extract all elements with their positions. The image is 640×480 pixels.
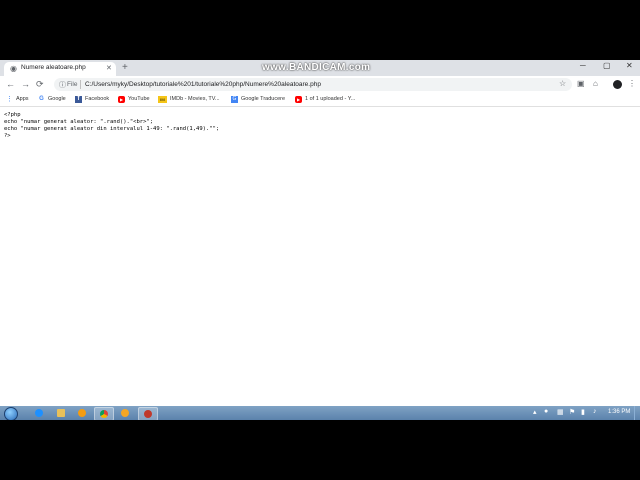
bookmark-youtube[interactable]: ▶ YouTube [118, 95, 150, 104]
tray-expand-icon[interactable]: ▴ [533, 408, 537, 416]
imdb-icon: IM [158, 96, 167, 103]
forward-button[interactable]: → [21, 79, 30, 89]
window-close-button[interactable]: ✕ [626, 61, 633, 70]
bookmark-apps[interactable]: ⋮ Apps [6, 95, 29, 104]
windows-taskbar: ▴ ● ▦ ⚑ ▮ ♪ 1:36 PM [0, 406, 640, 420]
bookmarks-bar: ⋮ Apps G Google f Facebook ▶ YouTube IM IMDb … [0, 93, 640, 107]
back-button[interactable]: ← [6, 79, 15, 89]
volume-icon[interactable]: ♪ [593, 408, 597, 415]
tab-strip: ◉ Numere aleatoare.php ✕ + www.BANDICAM.… [0, 60, 640, 76]
bandicam-icon[interactable] [138, 407, 158, 420]
screen: ◉ Numere aleatoare.php ✕ + www.BANDICAM.… [0, 60, 640, 420]
minimize-button[interactable]: ─ [580, 61, 586, 70]
google-icon: G [39, 96, 44, 102]
youtube-icon: ▶ [295, 96, 302, 103]
chrome-canary-icon[interactable] [116, 407, 134, 419]
bookmark-star-icon[interactable]: ☆ [559, 79, 566, 88]
facebook-icon: f [75, 96, 82, 103]
apps-icon: ⋮ [6, 96, 13, 103]
tab-title: Numere aleatoare.php [21, 64, 86, 71]
bookmark-facebook[interactable]: f Facebook [75, 95, 109, 104]
youtube-icon: ▶ [118, 96, 125, 103]
network-icon[interactable]: ▦ [557, 408, 564, 416]
start-button[interactable] [4, 407, 18, 420]
bookmark-google-traducere[interactable]: G Google Traducere [231, 95, 285, 104]
code-line: echo "numar generat aleator: ".rand()."<… [4, 119, 154, 125]
php-source: <?php echo "numar generat aleator: ".rand… [4, 112, 219, 140]
record-icon[interactable]: ● [544, 408, 548, 415]
new-tab-button[interactable]: + [122, 62, 128, 73]
show-desktop-button[interactable] [634, 406, 640, 420]
bookmark-google[interactable]: G Google [38, 95, 66, 104]
bookmark-uploaded[interactable]: ▶ 1 of 1 uploaded - Y... [295, 95, 355, 104]
system-clock[interactable]: 1:36 PM [608, 409, 630, 415]
url-divider [80, 80, 81, 89]
address-bar[interactable]: ⓘ File C:/Users/myky/Desktop/tutoriale%2… [54, 78, 572, 91]
menu-icon[interactable]: ⋮ [628, 79, 636, 88]
translate-icon: G [231, 96, 238, 103]
battery-icon[interactable]: ▮ [581, 408, 585, 416]
flag-icon[interactable]: ⚑ [569, 408, 575, 416]
extension-icon[interactable]: ▣ [577, 79, 585, 89]
url-text[interactable]: C:/Users/myky/Desktop/tutoriale%201/tuto… [85, 81, 321, 88]
bookmark-imdb[interactable]: IM IMDb - Movies, TV... [158, 95, 220, 104]
media-player-icon[interactable] [73, 407, 91, 419]
globe-icon: ◉ [10, 64, 17, 73]
code-line: <?php [4, 112, 21, 118]
info-icon[interactable]: ⓘ [59, 80, 66, 90]
home-icon[interactable]: ⌂ [593, 79, 598, 89]
close-tab-icon[interactable]: ✕ [106, 64, 112, 72]
scheme-label: File [67, 80, 78, 88]
tab-numere-aleatoare[interactable]: ◉ Numere aleatoare.php ✕ [4, 62, 116, 76]
code-line: ?> [4, 133, 11, 139]
code-line: echo "numar generat aleator din interval… [4, 126, 220, 132]
explorer-icon[interactable] [52, 407, 70, 419]
bandicam-watermark: www.BANDICAM.com [262, 62, 371, 73]
reload-button[interactable]: ⟳ [36, 79, 44, 89]
maximize-button[interactable]: ▢ [603, 61, 611, 70]
chrome-icon[interactable] [94, 407, 114, 420]
page-content: <?php echo "numar generat aleator: ".rand… [0, 107, 640, 406]
ie-icon[interactable] [30, 407, 48, 419]
browser-toolbar: ← → ⟳ ⓘ File C:/Users/myky/Desktop/tutor… [0, 76, 640, 93]
profile-avatar[interactable] [613, 80, 622, 89]
